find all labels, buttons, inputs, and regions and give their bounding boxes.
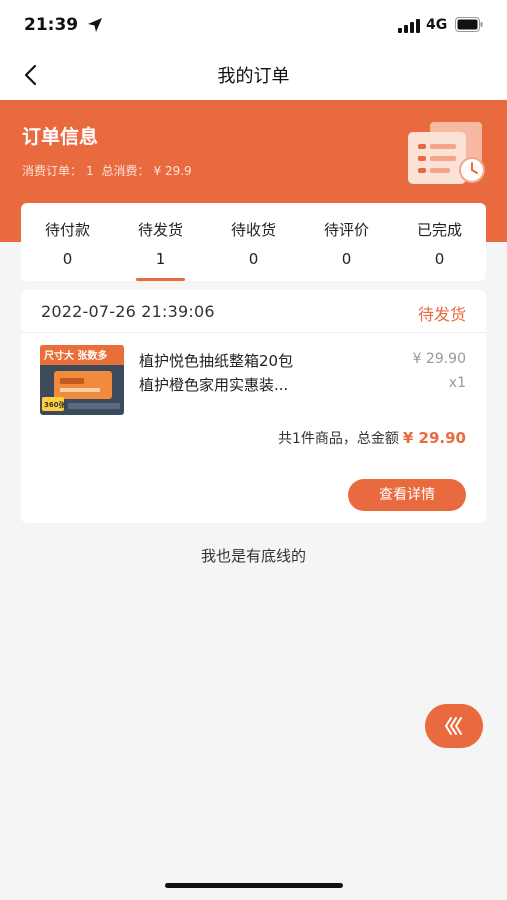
- tab-label: 待评价: [323, 221, 369, 239]
- header-title: 订单信息: [22, 126, 99, 148]
- network-type: 4G: [426, 17, 448, 33]
- tab-count: 0: [434, 250, 445, 268]
- tab-label: 待发货: [137, 221, 183, 239]
- tab-label: 待收货: [230, 221, 276, 239]
- tab-pending-payment[interactable]: 待付款 0: [21, 203, 114, 281]
- header-summary: 消费订单： 1 总消费： ¥ 29.9: [22, 162, 196, 179]
- signal-icon: [398, 19, 420, 33]
- order-count-value: 1: [86, 164, 94, 178]
- battery-icon: [455, 17, 483, 32]
- view-details-button[interactable]: 查看详情: [348, 479, 466, 511]
- order-card: 2022-07-26 21:39:06 待发货 尺寸大 张数多 360张 植护悦…: [21, 290, 486, 523]
- product-image-badge: 360张: [44, 400, 67, 409]
- nav-bar: 我的订单: [0, 50, 507, 100]
- order-count-label: 消费订单：: [22, 164, 83, 178]
- tab-pending-receipt[interactable]: 待收货 0: [207, 203, 300, 281]
- product-image-slogan: 尺寸大 张数多: [44, 349, 107, 362]
- tab-label: 待付款: [44, 221, 90, 239]
- receipt-clock-icon: [408, 122, 485, 184]
- triple-chevron-left-icon[interactable]: [425, 704, 483, 748]
- order-status: 待发货: [417, 305, 466, 324]
- order-datetime: 2022-07-26 21:39:06: [41, 302, 215, 321]
- tab-count: 0: [341, 250, 352, 268]
- tab-count: 0: [62, 250, 73, 268]
- product-price: ¥ 29.90: [412, 351, 466, 367]
- location-arrow-icon: [88, 18, 102, 32]
- product-title-line2[interactable]: 植护橙色家用实惠装...: [139, 374, 288, 395]
- home-indicator[interactable]: [165, 883, 343, 888]
- end-of-list-text: 我也是有底线的: [200, 547, 306, 565]
- total-spend-value: ¥ 29.9: [153, 164, 192, 178]
- active-tab-indicator: [136, 278, 185, 281]
- tab-count: 0: [248, 250, 259, 268]
- divider: [21, 332, 486, 333]
- order-status-tabs: 待付款 0 待发货 1 待收货 0 待评价 0 已完成 0: [21, 203, 486, 281]
- order-summary: 共1件商品，总金额 ¥ 29.90: [278, 428, 466, 448]
- status-bar: 21:39 4G: [0, 0, 507, 50]
- product-title-line1[interactable]: 植护悦色抽纸整箱20包: [139, 350, 293, 371]
- page-title: 我的订单: [217, 66, 290, 87]
- product-quantity: x1: [448, 375, 466, 391]
- tab-count: 1: [155, 250, 166, 268]
- total-spend-label: 总消费：: [101, 164, 150, 178]
- tab-completed[interactable]: 已完成 0: [393, 203, 486, 281]
- product-image[interactable]: 尺寸大 张数多 360张: [40, 345, 124, 415]
- tab-label: 已完成: [416, 221, 462, 239]
- total-amount: ¥ 29.90: [402, 429, 466, 447]
- tab-pending-review[interactable]: 待评价 0: [300, 203, 393, 281]
- tab-pending-shipment[interactable]: 待发货 1: [114, 203, 207, 281]
- summary-text: 共1件商品，总金额: [277, 431, 399, 447]
- status-time: 21:39: [24, 15, 79, 35]
